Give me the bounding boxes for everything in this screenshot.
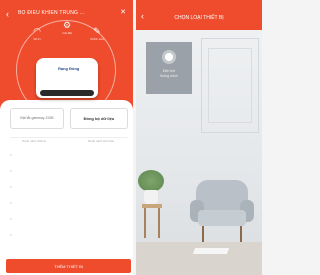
device-type-tile[interactable]: Đèn led thông minh [146,42,192,94]
divider [10,137,128,138]
toggle-zigbee-button[interactable]: Bật tắt gateway ZIGB [10,108,64,129]
settings-label: Cài đặt [62,31,72,35]
armchair-leg [202,226,204,242]
page-title: CHỌN LOẠI THIẾT BỊ [174,15,224,21]
wall-panel-inner [208,48,252,123]
device-list [10,146,130,254]
room-background: Đèn led thông minh [136,30,262,275]
sync-data-button[interactable]: Đồng bộ dữ liệu [70,108,128,129]
choose-device-header: ‹ CHỌN LOẠI THIẾT BỊ [136,0,262,30]
wifi-action[interactable]: ◠ Wi-Fi [22,26,52,41]
edit-icon: ✎ [93,26,101,36]
stool-leg [158,208,160,238]
list-item [10,202,12,204]
wifi-icon: ◠ [33,26,41,36]
settings-icon: ⚙ [62,20,72,30]
page-title: BỘ ĐIỀU KHIỂN TRUNG ... [18,10,85,16]
list-item [10,218,12,220]
list-item [10,154,12,156]
device-circle-icon [162,50,176,64]
add-device-button[interactable]: THÊM THIẾT BỊ [6,259,131,273]
scenario-list-header[interactable]: Danh sách kịch bản [88,139,114,143]
wifi-label: Wi-Fi [33,37,41,41]
edit-action[interactable]: ✎ Chỉnh sửa [82,26,112,41]
device-base [40,90,94,96]
device-type-label: Đèn led thông minh [160,69,178,78]
plant-icon [138,170,164,192]
plant-pot [144,190,158,204]
back-arrow-icon[interactable]: ‹ [6,9,9,19]
books-on-floor [192,248,230,254]
gateway-screen: ‹ BỘ ĐIỀU KHIỂN TRUNG ... ✕ ◠ Wi-Fi ⚙ Cà… [0,0,133,275]
device-list-header[interactable]: Danh sách thiết bị [22,139,46,143]
close-icon[interactable]: ✕ [120,8,126,16]
device-brand: Rạng Đông [58,66,80,71]
list-item [10,234,12,236]
list-item [10,170,12,172]
gateway-device-image: Rạng Đông [36,58,98,98]
stool-leg [144,208,146,238]
armchair-leg [240,226,242,242]
list-item [10,186,12,188]
choose-device-type-screen: ‹ CHỌN LOẠI THIẾT BỊ Đèn led thông minh [136,0,262,275]
floor [136,242,262,275]
edit-label: Chỉnh sửa [90,37,104,41]
settings-action[interactable]: ⚙ Cài đặt [52,20,82,35]
armchair-seat [198,210,246,226]
